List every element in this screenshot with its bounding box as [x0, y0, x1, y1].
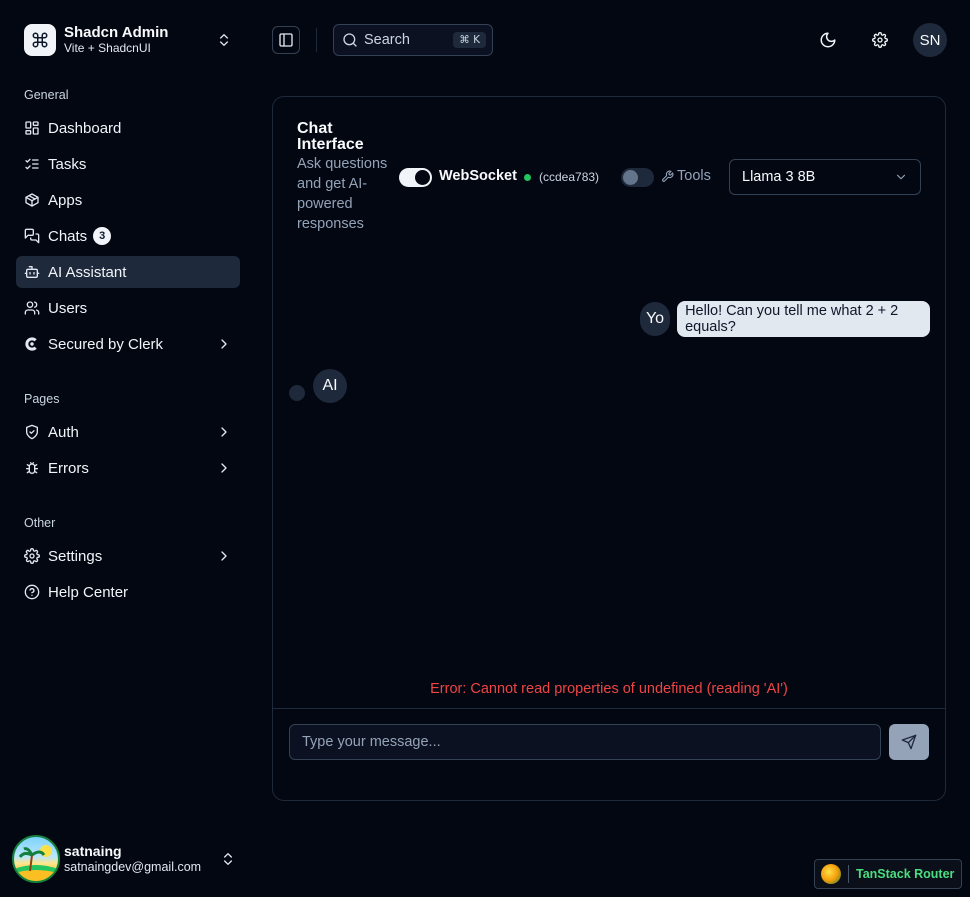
sidebar-item-users[interactable]: Users — [16, 292, 240, 324]
theme-toggle-button[interactable] — [814, 26, 842, 54]
message-input[interactable] — [289, 724, 881, 760]
sidebar-item-label: Help Center — [48, 583, 129, 601]
group-label-pages: Pages — [24, 392, 60, 406]
moon-icon — [819, 31, 837, 49]
sidebar-item-label: Dashboard — [48, 119, 122, 137]
sidebar-item-tasks[interactable]: Tasks — [16, 148, 240, 180]
user-menu[interactable]: satnaing satnaingdev@gmail.com — [8, 833, 240, 885]
composer-divider — [273, 708, 945, 709]
sidebar-item-dashboard[interactable]: Dashboard — [16, 112, 240, 144]
page-title: Chat Interface — [297, 120, 364, 153]
tanstack-logo-icon — [821, 864, 841, 884]
model-select-value: Llama 3 8B — [742, 169, 816, 185]
search-icon — [342, 32, 358, 48]
profile-avatar-button[interactable]: SN — [913, 23, 947, 57]
bug-icon — [24, 460, 40, 476]
sidebar-item-label: Chats — [48, 227, 88, 245]
sidebar-item-label: Tasks — [48, 155, 87, 173]
sidebar-item-label: AI Assistant — [48, 263, 127, 281]
user-name: satnaing — [64, 843, 122, 860]
group-label-other: Other — [24, 516, 56, 530]
chevron-right-icon — [216, 548, 232, 564]
page-description: Ask questions and get AI-powered respons… — [297, 156, 388, 232]
user-message: Yo Hello! Can you tell me what 2 + 2 equ… — [640, 301, 930, 337]
gear-icon — [872, 32, 888, 48]
chevron-down-icon — [894, 170, 908, 184]
command-icon — [24, 24, 56, 56]
wrench-icon — [661, 170, 674, 183]
chevron-right-icon — [216, 424, 232, 440]
sidebar: Shadcn Admin Vite + ShadcnUI General Das… — [0, 0, 256, 897]
help-circle-icon — [24, 584, 40, 600]
search-shortcut: ⌘ K — [453, 32, 486, 48]
devtools-label: TanStack Router — [856, 867, 955, 881]
user-message-bubble: Hello! Can you tell me what 2 + 2 equals… — [677, 301, 930, 337]
sidebar-item-label: Auth — [48, 423, 79, 441]
tools-switch[interactable] — [621, 168, 654, 187]
settings-button[interactable] — [866, 26, 894, 54]
avatar — [12, 835, 60, 883]
connection-status-dot — [524, 174, 531, 181]
panel-left-icon — [278, 32, 294, 48]
clerk-icon — [24, 336, 40, 352]
sidebar-item-errors[interactable]: Errors — [16, 452, 240, 484]
chevron-right-icon — [216, 460, 232, 476]
model-select[interactable]: Llama 3 8B — [729, 159, 921, 195]
team-switcher[interactable]: Shadcn Admin Vite + ShadcnUI — [16, 16, 240, 64]
send-button[interactable] — [889, 724, 929, 760]
chat-card: Chat Interface Ask questions and get AI-… — [272, 96, 946, 801]
sidebar-toggle-button[interactable] — [272, 26, 300, 54]
search-button[interactable]: Search ⌘ K — [333, 24, 493, 56]
websocket-label: WebSocket — [439, 168, 517, 184]
team-plan: Vite + ShadcnUI — [64, 40, 151, 55]
assistant-message-avatar: AI — [313, 369, 347, 403]
sidebar-item-ai-assistant[interactable]: AI Assistant — [16, 256, 240, 288]
typing-indicator — [289, 385, 305, 401]
sidebar-item-secured-by-clerk[interactable]: Secured by Clerk — [16, 328, 240, 360]
team-name: Shadcn Admin — [64, 24, 169, 42]
tanstack-router-devtools-button[interactable]: TanStack Router — [814, 859, 962, 889]
sidebar-item-label: Users — [48, 299, 88, 317]
sidebar-item-label: Apps — [48, 191, 83, 209]
group-label-general: General — [24, 88, 69, 102]
users-icon — [24, 300, 40, 316]
user-email: satnaingdev@gmail.com — [64, 859, 202, 874]
sidebar-item-chats[interactable]: Chats 3 — [16, 220, 240, 252]
sidebar-item-apps[interactable]: Apps — [16, 184, 240, 216]
header-divider — [316, 28, 317, 52]
chevrons-up-down-icon — [216, 32, 232, 48]
error-message: Error: Cannot read properties of undefin… — [430, 681, 788, 697]
tools-label-text: Tools — [677, 168, 711, 184]
sidebar-item-label: Errors — [48, 459, 89, 477]
messages-icon — [24, 228, 40, 244]
send-icon — [901, 734, 917, 750]
shield-check-icon — [24, 424, 40, 440]
settings-icon — [24, 548, 40, 564]
sidebar-item-auth[interactable]: Auth — [16, 416, 240, 448]
tools-label: Tools — [661, 168, 711, 184]
list-checks-icon — [24, 156, 40, 172]
sidebar-item-label: Secured by Clerk — [48, 335, 164, 353]
websocket-switch[interactable] — [399, 168, 432, 187]
chevron-right-icon — [216, 336, 232, 352]
sidebar-item-settings[interactable]: Settings — [16, 540, 240, 572]
search-placeholder: Search — [364, 32, 410, 48]
connection-id: (ccdea783) — [539, 170, 600, 184]
user-message-avatar: Yo — [640, 302, 671, 336]
chevrons-up-down-icon — [220, 851, 236, 867]
sidebar-item-help-center[interactable]: Help Center — [16, 576, 240, 608]
package-icon — [24, 192, 40, 208]
chats-count-badge: 3 — [93, 227, 112, 245]
layout-dashboard-icon — [24, 120, 40, 136]
sidebar-item-label: Settings — [48, 547, 103, 565]
bot-icon — [24, 264, 40, 280]
